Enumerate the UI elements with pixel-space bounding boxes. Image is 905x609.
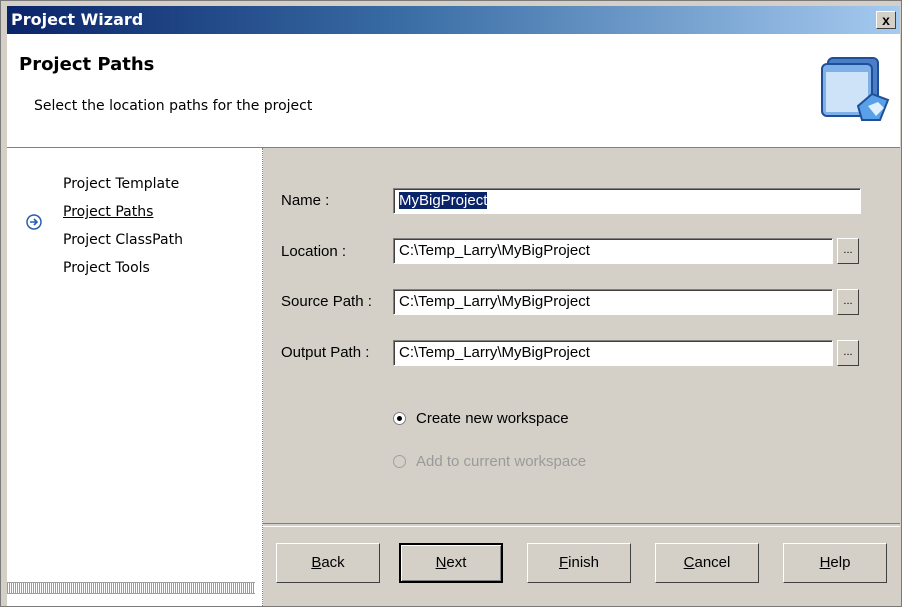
create-new-workspace-label: Create new workspace — [416, 410, 569, 427]
next-mnemonic: N — [435, 554, 447, 571]
footer-divider — [263, 523, 900, 527]
wizard-header: Project Paths Select the location paths … — [7, 34, 900, 148]
location-label: Location : — [281, 243, 347, 260]
step-project-tools[interactable]: Project Tools — [63, 260, 150, 276]
source-path-label: Source Path : — [281, 293, 372, 310]
window-title: Project Wizard — [11, 10, 144, 29]
help-button[interactable]: Help — [783, 543, 887, 583]
wizard-steps-sidebar: Project Template Project Paths Project C… — [7, 148, 263, 606]
name-field-value: MyBigProject — [399, 192, 488, 209]
step-project-classpath[interactable]: Project ClassPath — [63, 232, 183, 248]
help-label: elp — [830, 554, 851, 571]
next-label: ext — [446, 554, 467, 571]
cancel-button[interactable]: Cancel — [655, 543, 759, 583]
add-to-current-workspace-radio — [393, 455, 406, 468]
add-to-current-workspace-option: Add to current workspace — [393, 453, 586, 470]
arrow-right-circle-icon — [26, 214, 42, 230]
close-button[interactable]: x — [876, 11, 896, 29]
back-label: ack — [321, 554, 345, 571]
add-to-current-workspace-label: Add to current workspace — [416, 453, 587, 470]
step-project-template[interactable]: Project Template — [63, 176, 179, 192]
wizard-content: Name : MyBigProject Location : C:\Temp_L… — [263, 148, 900, 606]
cancel-label: ancel — [694, 554, 731, 571]
finish-label: inish — [568, 554, 600, 571]
wizard-windows-icon — [821, 57, 890, 121]
next-button[interactable]: Next — [399, 543, 503, 583]
cancel-mnemonic: C — [683, 554, 695, 571]
source-path-field[interactable]: C:\Temp_Larry\MyBigProject — [393, 289, 833, 315]
sidebar-resize-grip[interactable] — [7, 582, 255, 594]
location-field[interactable]: C:\Temp_Larry\MyBigProject — [393, 238, 833, 264]
step-project-paths[interactable]: Project Paths — [63, 204, 153, 220]
help-mnemonic: H — [819, 554, 831, 571]
name-field[interactable]: MyBigProject — [393, 188, 861, 214]
page-subtitle: Select the location paths for the projec… — [34, 98, 313, 114]
page-title: Project Paths — [19, 54, 155, 75]
back-button[interactable]: Back — [276, 543, 380, 583]
back-mnemonic: B — [311, 554, 322, 571]
output-path-browse-button[interactable]: ... — [837, 340, 859, 366]
create-new-workspace-radio[interactable] — [393, 412, 406, 425]
create-new-workspace-option[interactable]: Create new workspace — [393, 410, 569, 427]
project-wizard-window: Project Wizard x Project Paths Select th… — [0, 0, 902, 607]
finish-mnemonic: F — [558, 554, 569, 571]
title-bar[interactable]: Project Wizard x — [7, 6, 900, 34]
output-path-field[interactable]: C:\Temp_Larry\MyBigProject — [393, 340, 833, 366]
name-label: Name : — [281, 192, 330, 209]
source-path-browse-button[interactable]: ... — [837, 289, 859, 315]
location-browse-button[interactable]: ... — [837, 238, 859, 264]
finish-button[interactable]: Finish — [527, 543, 631, 583]
output-path-label: Output Path : — [281, 344, 370, 361]
